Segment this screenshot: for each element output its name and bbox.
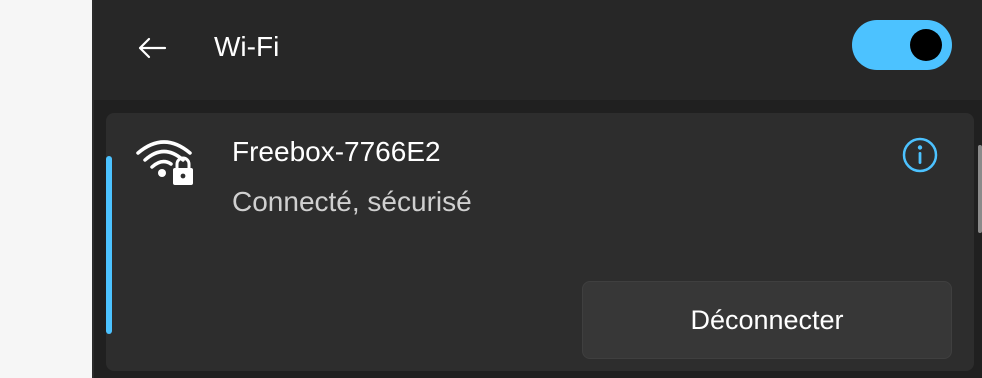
- page-title: Wi-Fi: [214, 31, 280, 62]
- scrollbar[interactable]: [978, 145, 982, 233]
- wifi-header: Wi-Fi: [94, 0, 982, 100]
- wifi-secured-icon: [136, 140, 193, 185]
- info-icon: [902, 137, 938, 173]
- back-button[interactable]: [132, 28, 172, 68]
- wifi-flyout-panel: Wi-Fi Freebox-7766E2 Connecté, sécurisé …: [92, 0, 982, 378]
- background-window: [0, 0, 92, 378]
- network-card[interactable]: Freebox-7766E2 Connecté, sécurisé Déconn…: [106, 113, 974, 371]
- network-info-button[interactable]: [900, 135, 940, 175]
- network-status: Connecté, sécurisé: [232, 186, 472, 217]
- selected-indicator: [106, 156, 112, 334]
- network-name: Freebox-7766E2: [232, 136, 441, 167]
- toggle-knob: [910, 29, 942, 61]
- wifi-toggle[interactable]: [852, 20, 952, 70]
- arrow-left-icon: [138, 37, 167, 59]
- disconnect-button[interactable]: Déconnecter: [582, 281, 952, 359]
